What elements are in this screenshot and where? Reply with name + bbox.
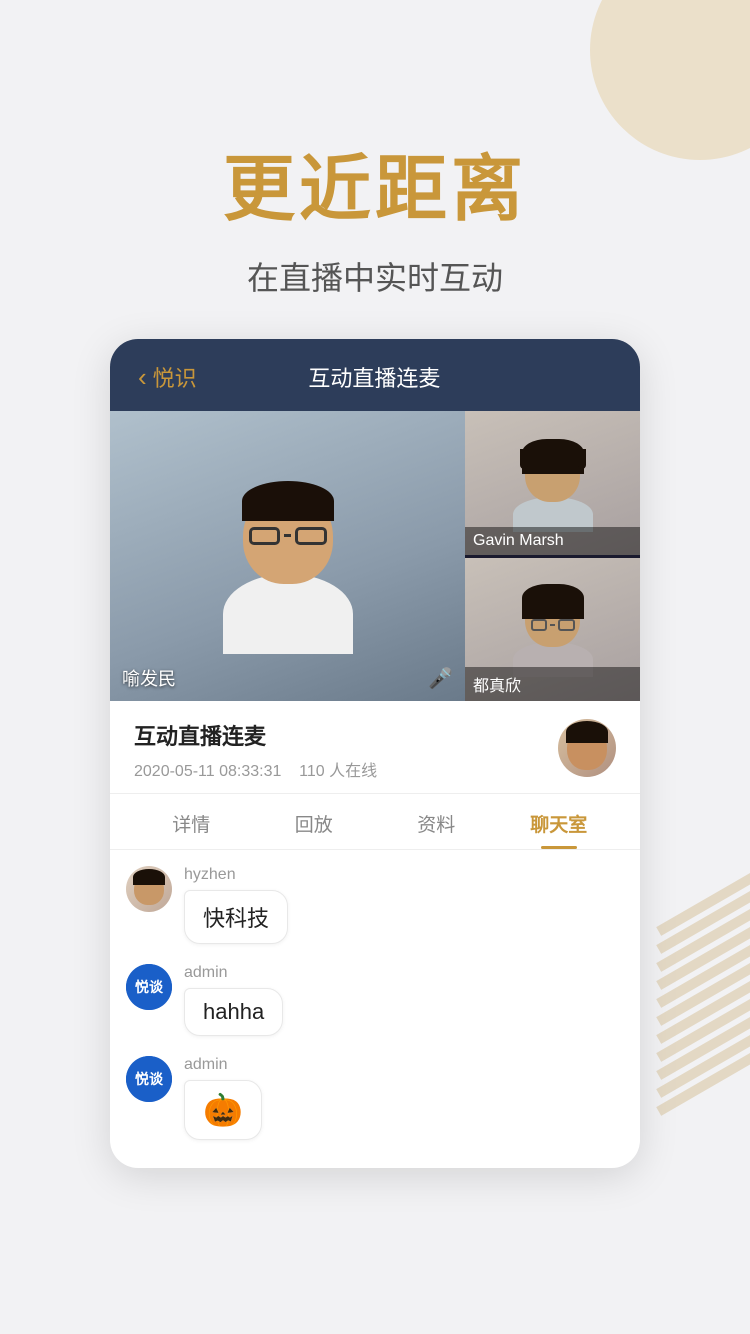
back-icon[interactable]: ‹ <box>138 362 147 393</box>
chat-avatar-admin2: 悦谈 <box>126 1056 172 1102</box>
chat-username-3: admin <box>184 1056 262 1074</box>
side-top-hair <box>522 439 584 474</box>
chat-section: hyzhen 快科技 悦谈 admin hahha 悦谈 admin 🎃 <box>110 850 640 1168</box>
side-bottom-name: 都真欣 <box>473 678 521 695</box>
chat-right-1: hyzhen 快科技 <box>184 866 288 944</box>
yuetan-logo-2: 悦谈 <box>126 1056 172 1102</box>
side-top-name: Gavin Marsh <box>473 532 564 549</box>
tab-materials[interactable]: 资料 <box>375 794 498 849</box>
side-top-head <box>525 444 580 502</box>
video-side: Gavin Marsh <box>465 411 640 701</box>
chat-avatar-admin1: 悦谈 <box>126 964 172 1010</box>
side-bottom-name-overlay: 都真欣 <box>465 667 640 701</box>
info-section: 互动直播连麦 2020-05-11 08:33:31 110 人在线 <box>110 701 640 794</box>
mic-icon: 🎤 <box>428 666 453 691</box>
chat-bubble-3: 🎃 <box>184 1080 262 1140</box>
chat-right-2: admin hahha <box>184 964 283 1036</box>
chat-username-2: admin <box>184 964 283 982</box>
back-label[interactable]: 悦识 <box>153 361 197 393</box>
header-title: 互动直播连麦 <box>308 361 440 393</box>
chat-message-1: hyzhen 快科技 <box>126 866 624 944</box>
chat-username-1: hyzhen <box>184 866 288 884</box>
side-panel-top: Gavin Marsh <box>465 411 640 556</box>
side-bottom-hair <box>522 584 584 619</box>
chat-bubble-2: hahha <box>184 988 283 1036</box>
tab-details[interactable]: 详情 <box>130 794 253 849</box>
info-left: 互动直播连麦 2020-05-11 08:33:31 110 人在线 <box>134 719 377 781</box>
session-date: 2020-05-11 08:33:31 <box>134 763 281 780</box>
phone-header: ‹ 悦识 互动直播连麦 <box>110 339 640 411</box>
chat-message-2: 悦谈 admin hahha <box>126 964 624 1036</box>
session-meta: 2020-05-11 08:33:31 110 人在线 <box>134 757 377 781</box>
main-person-head <box>243 489 333 584</box>
phone-card: ‹ 悦识 互动直播连麦 <box>110 339 640 1168</box>
video-main: 喻发民 🎤 <box>110 411 465 701</box>
chat-bubble-1: 快科技 <box>184 890 288 944</box>
side-panel-bottom: 都真欣 <box>465 558 640 702</box>
side-bottom-glasses <box>531 619 575 631</box>
video-grid: 喻发民 🎤 <box>110 411 640 701</box>
main-glasses <box>249 527 327 545</box>
main-title: 更近距离 <box>0 130 750 235</box>
sub-title: 在直播中实时互动 <box>0 253 750 299</box>
session-online: 110 人在线 <box>299 763 377 780</box>
side-top-name-overlay: Gavin Marsh <box>465 527 640 555</box>
host-avatar-face <box>567 726 607 770</box>
side-bottom-head <box>525 589 580 647</box>
chat-avatar-hyzhen <box>126 866 172 912</box>
tab-replay[interactable]: 回放 <box>253 794 376 849</box>
main-person-body <box>223 574 353 654</box>
tab-chat[interactable]: 聊天室 <box>498 794 621 849</box>
main-person-display <box>110 411 465 701</box>
tabs-row: 详情 回放 资料 聊天室 <box>110 794 640 850</box>
session-title: 互动直播连麦 <box>134 719 377 751</box>
yuetan-logo-1: 悦谈 <box>126 964 172 1010</box>
chat-right-3: admin 🎃 <box>184 1056 262 1140</box>
main-video-name: 喻发民 <box>122 665 176 691</box>
bg-decoration-stripes <box>650 894 750 1154</box>
chat-message-3: 悦谈 admin 🎃 <box>126 1056 624 1140</box>
host-avatar <box>558 719 616 777</box>
